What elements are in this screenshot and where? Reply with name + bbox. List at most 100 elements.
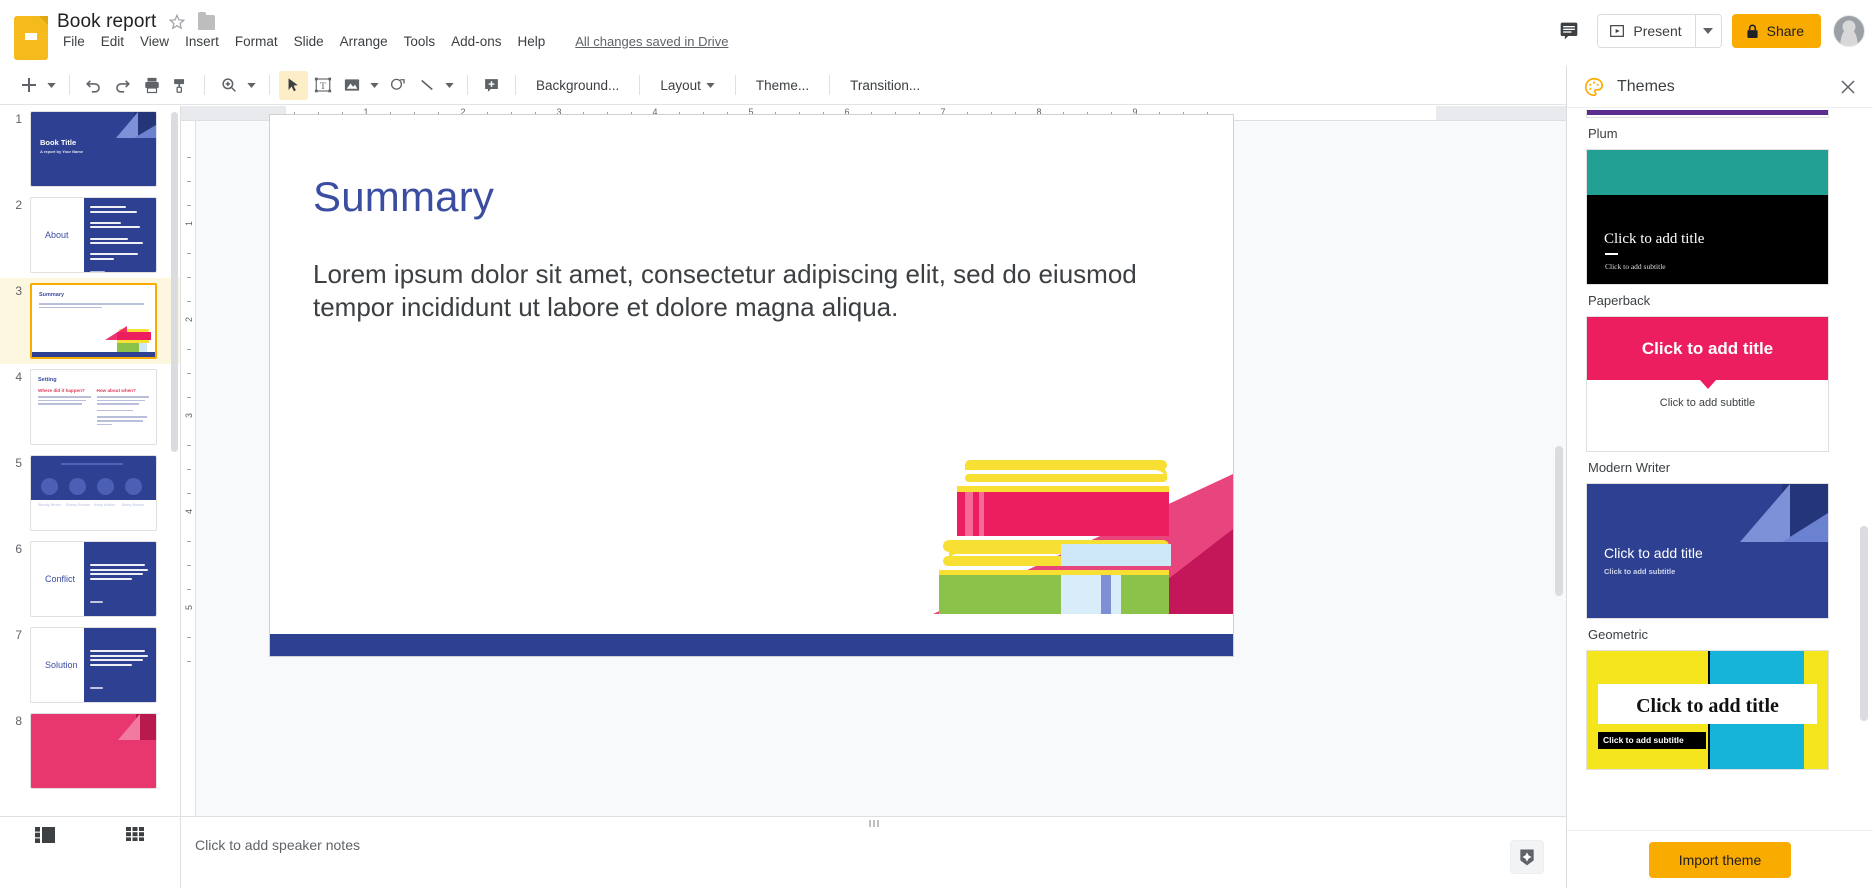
slide-thumbnail[interactable]: Solution xyxy=(30,627,157,703)
slide-thumbnail[interactable]: Wendy Writer Ronny Reader Abby Author Ba… xyxy=(30,455,157,531)
present-button[interactable]: Present xyxy=(1598,15,1694,47)
star-icon[interactable] xyxy=(168,13,186,31)
filmstrip-slide-6[interactable]: 6 Conflict xyxy=(0,536,180,622)
present-options-button[interactable] xyxy=(1694,15,1721,47)
image-icon xyxy=(344,79,359,91)
theme-card-next-preview[interactable]: Click to add title Click to add subtitle xyxy=(1586,650,1829,770)
print-button[interactable] xyxy=(137,71,166,100)
menu-help[interactable]: Help xyxy=(509,32,553,51)
menu-insert[interactable]: Insert xyxy=(177,32,227,51)
text-box-button[interactable]: T xyxy=(308,71,337,100)
filmstrip-view-button[interactable] xyxy=(0,827,90,843)
menu-addons[interactable]: Add-ons xyxy=(443,32,509,51)
theme-preview-subtitle: Click to add subtitle xyxy=(1605,262,1666,271)
notes-resize-handle[interactable] xyxy=(868,820,879,827)
zoom-button[interactable] xyxy=(214,71,243,100)
slide-thumbnail[interactable]: Book Title A report by Your Name xyxy=(30,111,157,187)
toolbar-divider xyxy=(69,75,70,95)
slide-body-text[interactable]: Lorem ipsum dolor sit amet, consectetur … xyxy=(313,258,1173,325)
transition-button[interactable]: Transition... xyxy=(839,71,931,100)
menu-arrange[interactable]: Arrange xyxy=(332,32,396,51)
select-tool-button[interactable] xyxy=(279,70,308,100)
slide-footer-bar xyxy=(270,634,1233,656)
insert-shape-button[interactable] xyxy=(383,71,412,100)
move-to-folder-icon[interactable] xyxy=(198,11,216,30)
menu-tools[interactable]: Tools xyxy=(396,32,444,51)
line-icon xyxy=(420,79,433,91)
comment-icon xyxy=(1561,22,1578,40)
filmstrip-scrollbar[interactable] xyxy=(171,112,178,452)
text-box-icon: T xyxy=(314,77,331,93)
zoom-options[interactable] xyxy=(243,71,260,100)
menu-edit[interactable]: Edit xyxy=(93,32,132,51)
save-status[interactable]: All changes saved in Drive xyxy=(575,34,728,49)
menu-view[interactable]: View xyxy=(132,32,177,51)
paint-format-button[interactable] xyxy=(166,71,195,100)
document-title[interactable]: Book report xyxy=(57,11,156,33)
insert-image-button[interactable] xyxy=(337,71,366,100)
explore-button[interactable] xyxy=(1510,840,1544,874)
toolbar-divider xyxy=(829,75,831,95)
theme-card-geometric-preview[interactable]: Click to add title Click to add subtitle xyxy=(1586,483,1829,619)
thumb-title-bar xyxy=(61,463,123,465)
thumb-books-illustration xyxy=(103,326,151,352)
insert-line-options[interactable] xyxy=(441,71,458,100)
themes-panel: Themes Plum Click to add title Click to … xyxy=(1566,66,1873,888)
close-themes-panel-button[interactable] xyxy=(1835,74,1861,100)
printer-icon xyxy=(144,77,159,94)
background-button[interactable]: Background... xyxy=(525,71,630,100)
theme-name-geometric: Geometric xyxy=(1588,627,1648,642)
undo-button[interactable] xyxy=(79,71,108,100)
theme-teal-band xyxy=(1587,150,1828,195)
filmstrip-slide-3[interactable]: 3 Summary xyxy=(0,278,180,364)
slide-canvas-area: 1 2 3 4 5 6 7 8 9 1 2 3 4 5 Summary Lore… xyxy=(181,106,1566,816)
menu-file[interactable]: File xyxy=(55,32,93,51)
slide-filmstrip[interactable]: 1 Book Title A report by Your Name 2 Abo… xyxy=(0,106,181,816)
filmstrip-slide-4[interactable]: 4 Setting Where did it happen? How about… xyxy=(0,364,180,450)
import-theme-button[interactable]: Import theme xyxy=(1648,841,1792,878)
theme-card-partial[interactable] xyxy=(1586,109,1829,118)
canvas-scrollbar[interactable] xyxy=(1555,446,1563,596)
vruler-tick-5: 5 xyxy=(184,604,194,610)
books-illustration xyxy=(933,460,1233,614)
slide-thumbnail[interactable]: Conflict xyxy=(30,541,157,617)
thumb-avatar-name: Ronny Reader xyxy=(66,503,91,507)
shape-icon xyxy=(390,78,405,90)
themes-scrollbar[interactable] xyxy=(1860,526,1868,721)
new-slide-options[interactable] xyxy=(43,71,60,100)
slide-title[interactable]: Summary xyxy=(313,173,494,221)
speaker-notes-pane[interactable]: Click to add speaker notes xyxy=(181,816,1566,888)
user-avatar[interactable] xyxy=(1833,15,1865,47)
comment-history-button[interactable] xyxy=(1551,13,1587,49)
insert-line-button[interactable] xyxy=(412,71,441,100)
grid-view-button[interactable] xyxy=(90,827,180,841)
current-slide[interactable]: Summary Lorem ipsum dolor sit amet, cons… xyxy=(269,114,1234,657)
theme-button[interactable]: Theme... xyxy=(745,71,820,100)
thumb-footer-bar xyxy=(32,352,155,357)
vertical-ruler[interactable]: 1 2 3 4 5 xyxy=(181,121,196,816)
filmstrip-slide-8[interactable]: 8 xyxy=(0,708,180,794)
thumb-corner-art xyxy=(116,714,156,740)
themes-list[interactable]: Plum Click to add title Click to add sub… xyxy=(1567,109,1873,830)
present-button-group: Present xyxy=(1597,14,1722,48)
redo-button[interactable] xyxy=(108,71,137,100)
filmstrip-slide-1[interactable]: 1 Book Title A report by Your Name xyxy=(0,106,180,192)
menu-format[interactable]: Format xyxy=(227,32,286,51)
insert-image-options[interactable] xyxy=(366,71,383,100)
new-slide-button[interactable] xyxy=(14,71,43,100)
insert-comment-button[interactable] xyxy=(477,71,506,100)
theme-card-modernwriter-preview[interactable]: Click to add title Click to add subtitle xyxy=(1586,316,1829,452)
share-button[interactable]: Share xyxy=(1731,14,1821,48)
filmstrip-slide-7[interactable]: 7 Solution xyxy=(0,622,180,708)
theme-preview[interactable] xyxy=(1586,109,1829,118)
filmstrip-slide-2[interactable]: 2 About xyxy=(0,192,180,278)
filmstrip-slide-5[interactable]: 5 Wendy Writer Ronny Reader Abby Author … xyxy=(0,450,180,536)
menu-slide[interactable]: Slide xyxy=(286,32,332,51)
slide-thumbnail[interactable]: Setting Where did it happen? How about w… xyxy=(30,369,157,445)
slide-thumbnail[interactable]: Summary xyxy=(30,283,157,359)
slide-thumbnail[interactable] xyxy=(30,713,157,789)
slide-thumbnail[interactable]: About xyxy=(30,197,157,273)
speaker-notes-placeholder[interactable]: Click to add speaker notes xyxy=(195,837,360,853)
layout-button[interactable]: Layout xyxy=(649,71,726,100)
theme-card-paperback-preview[interactable]: Click to add title Click to add subtitle xyxy=(1586,149,1829,285)
